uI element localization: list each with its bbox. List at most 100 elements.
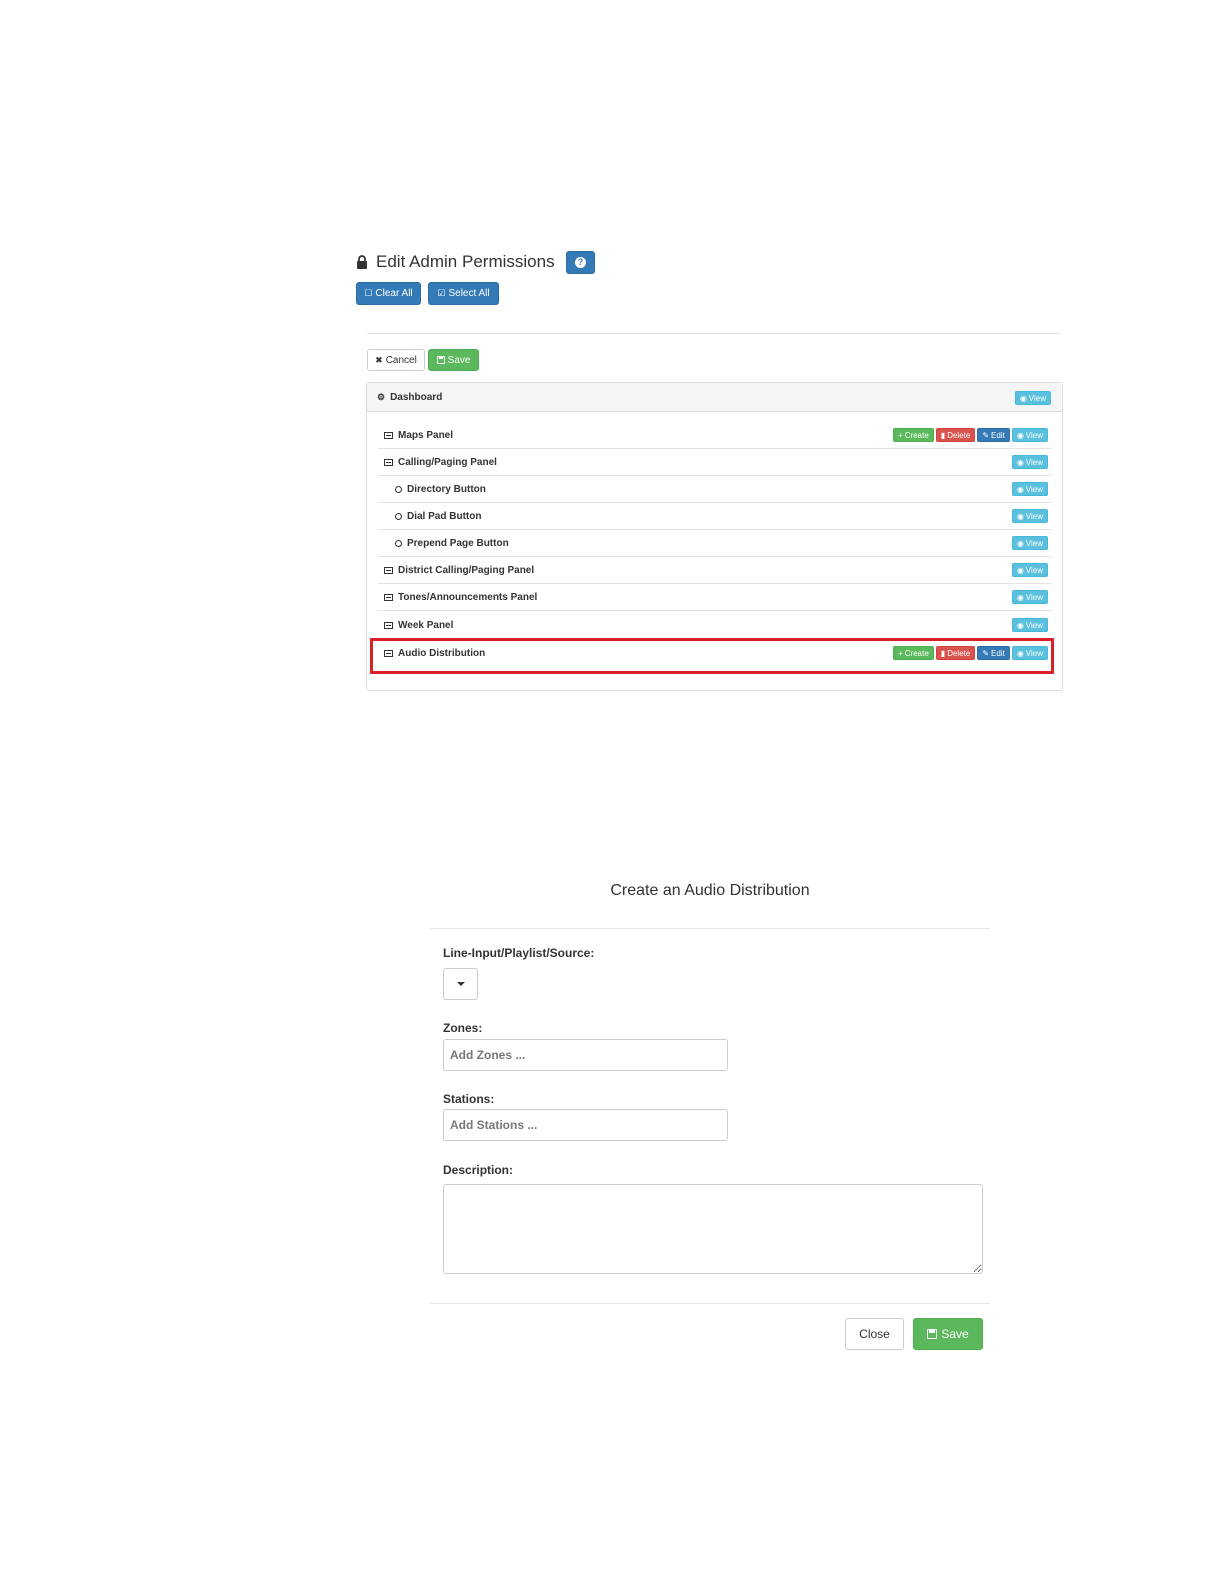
permission-row-dial-pad-button: Dial Pad Button ◉ View [378, 503, 1052, 530]
view-button[interactable]: ◉ View [1011, 590, 1048, 604]
view-label: View [1025, 592, 1043, 602]
save-button[interactable]: Save [428, 349, 479, 371]
row-label-group: District Calling/Paging Panel [384, 557, 534, 584]
clear-all-label: Clear All [375, 288, 413, 299]
highlight-box [370, 638, 1054, 674]
zones-input[interactable] [443, 1039, 728, 1071]
panel-icon [384, 432, 393, 439]
select-all-label: Select All [448, 288, 490, 299]
stations-input[interactable] [443, 1109, 728, 1141]
panel-icon [384, 622, 393, 629]
dashboard-label-group: ⚙ Dashboard [377, 383, 442, 412]
eye-icon: ◉ [1016, 592, 1024, 602]
view-button[interactable]: ◉ View [1011, 509, 1048, 523]
pencil-icon: ✎ [982, 430, 990, 440]
view-button[interactable]: ◉ View [1011, 563, 1048, 577]
modal-save-button[interactable]: Save [913, 1318, 983, 1350]
permission-row-prepend-page-button: Prepend Page Button ◉ View [378, 530, 1052, 557]
zones-label: Zones: [443, 1021, 483, 1035]
row-buttons: ◉ View [1011, 618, 1048, 632]
row-label: Directory Button [407, 484, 486, 495]
row-buttons: ◉ View [1011, 482, 1048, 496]
modal-save-label: Save [941, 1327, 969, 1341]
source-label: Line-Input/Playlist/Source: [443, 946, 595, 960]
eye-icon: ◉ [1016, 620, 1024, 630]
row-label-group: Prepend Page Button [395, 530, 509, 557]
row-label-group: Week Panel [384, 612, 453, 639]
view-button[interactable]: ◉ View [1011, 482, 1048, 496]
stations-label: Stations: [443, 1092, 495, 1106]
page-title-text: Edit Admin Permissions [376, 252, 555, 271]
view-button[interactable]: ◉ View [1011, 455, 1048, 469]
eye-icon: ◉ [1016, 511, 1024, 521]
circle-icon [395, 540, 402, 547]
cancel-button[interactable]: ✖ Cancel [367, 349, 425, 371]
dashboard-view-button[interactable]: ◉ View [1014, 391, 1051, 405]
row-label-group: Maps Panel [384, 422, 453, 449]
row-label-group: Directory Button [395, 476, 486, 503]
modal-title: Create an Audio Distribution [610, 882, 810, 899]
row-label: Tones/Announcements Panel [398, 592, 538, 603]
eye-icon: ◉ [1016, 457, 1024, 467]
panel-icon [384, 594, 393, 601]
source-dropdown[interactable] [443, 968, 478, 1000]
row-buttons: ◉ View [1011, 563, 1048, 577]
modal-footer-divider [430, 1303, 990, 1304]
row-label: Maps Panel [398, 430, 454, 441]
create-button[interactable]: + Create [893, 428, 934, 442]
dashboard-label: Dashboard [390, 392, 443, 403]
view-label: View [1025, 430, 1043, 440]
trash-icon: ▮ [940, 430, 946, 440]
plus-icon: + [898, 430, 903, 440]
view-label: View [1025, 511, 1043, 521]
divider [367, 333, 1061, 334]
select-all-button[interactable]: ☑ Select All [428, 282, 499, 305]
edit-button[interactable]: ✎ Edit [977, 428, 1010, 442]
edit-label: Edit [991, 430, 1005, 440]
row-label-group: Dial Pad Button [395, 503, 481, 530]
dashboard-icon: ⚙ [377, 392, 386, 402]
delete-button[interactable]: ▮ Delete [935, 428, 976, 442]
view-label: View [1025, 457, 1043, 467]
permission-row-calling-paging-panel: Calling/Paging Panel ◉ View [378, 449, 1052, 476]
eye-icon: ◉ [1019, 393, 1027, 403]
page-title: Edit Admin Permissions [356, 250, 555, 274]
help-button[interactable]: ? [566, 251, 595, 274]
permission-row-directory-button: Directory Button ◉ View [378, 476, 1052, 503]
modal-divider [430, 928, 990, 929]
view-label: View [1025, 484, 1043, 494]
close-button[interactable]: Close [845, 1318, 904, 1350]
save-label: Save [447, 354, 471, 366]
row-label: Dial Pad Button [407, 511, 482, 522]
permission-row-maps-panel: Maps Panel + Create ▮ Delete ✎ Edit ◉ View [378, 422, 1052, 449]
cancel-label: Cancel [385, 354, 417, 366]
question-circle-icon: ? [575, 257, 586, 268]
description-textarea[interactable] [443, 1184, 983, 1274]
permission-row-week-panel: Week Panel ◉ View [378, 612, 1052, 639]
eye-icon: ◉ [1016, 565, 1024, 575]
view-label: View [1025, 565, 1043, 575]
row-buttons: ◉ View [1011, 590, 1048, 604]
permission-row-district-calling-paging-panel: District Calling/Paging Panel ◉ View [378, 557, 1052, 584]
square-icon: ☐ [364, 288, 373, 298]
view-label: View [1025, 538, 1043, 548]
panel-heading-dashboard: ⚙ Dashboard ◉ View [367, 383, 1062, 412]
caret-down-icon [456, 982, 465, 986]
row-label: Prepend Page Button [407, 538, 509, 549]
row-label-group: Tones/Announcements Panel [384, 584, 537, 611]
close-label: Close [859, 1327, 890, 1341]
row-buttons: ◉ View [1011, 536, 1048, 550]
eye-icon: ◉ [1016, 484, 1024, 494]
view-label: View [1028, 393, 1046, 403]
circle-icon [395, 513, 402, 520]
row-buttons: + Create ▮ Delete ✎ Edit ◉ View [893, 428, 1048, 442]
row-buttons: ◉ View [1011, 509, 1048, 523]
circle-icon [395, 486, 402, 493]
row-buttons: ◉ View [1011, 455, 1048, 469]
eye-icon: ◉ [1016, 430, 1024, 440]
view-button[interactable]: ◉ View [1011, 618, 1048, 632]
clear-all-button[interactable]: ☐ Clear All [356, 282, 421, 305]
view-button[interactable]: ◉ View [1011, 428, 1048, 442]
row-label-group: Calling/Paging Panel [384, 449, 497, 476]
view-button[interactable]: ◉ View [1011, 536, 1048, 550]
